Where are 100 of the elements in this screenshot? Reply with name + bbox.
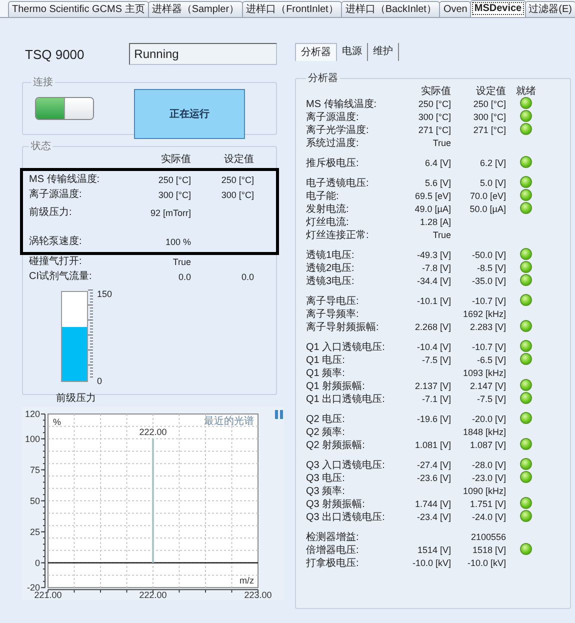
- tab[interactable]: 分析器: [295, 43, 337, 61]
- row-label: 涡轮泵速度:: [29, 235, 83, 249]
- x-tick-label: 223.00: [244, 590, 272, 600]
- actual-value: 6.4 [V]: [424, 157, 451, 170]
- group-title: 状态: [30, 140, 52, 153]
- setpoint-value: 2.283 [V]: [468, 321, 506, 334]
- actual-value: -27.4 [V]: [416, 459, 451, 472]
- row-label: Q1 射频振幅:: [306, 380, 366, 393]
- row-label: 电子透镜电压:: [306, 177, 370, 190]
- actual-value: -10.0 [kV]: [411, 557, 451, 570]
- actual-value: -19.6 [V]: [416, 413, 451, 426]
- row-label: Q2 频率:: [306, 426, 346, 439]
- setpoint-value: -50.0 [V]: [470, 249, 506, 262]
- setpoint-value: 300 [°C]: [472, 111, 506, 124]
- row-label: Q1 频率:: [306, 367, 346, 380]
- row-label: 打拿极电压:: [306, 557, 360, 570]
- row-label: 电子能:: [306, 190, 340, 203]
- setpoint-value: -10.0 [kV]: [466, 557, 506, 570]
- row-label: 离子导频率:: [306, 308, 360, 321]
- setpoint-value: 70.0 [eV]: [468, 190, 506, 203]
- row-label: 前级压力:: [29, 206, 73, 220]
- actual-value: -7.8 [V]: [420, 262, 451, 275]
- tab[interactable]: 进样口（FrontInlet）: [242, 1, 342, 17]
- setpoint-value: -23.0 [V]: [470, 472, 506, 485]
- column-header: 设定值: [475, 85, 506, 98]
- status-button[interactable]: 正在运行: [134, 88, 245, 138]
- column-header: 设定值: [223, 153, 254, 167]
- actual-value: 1.081 [V]: [414, 439, 451, 452]
- row-label: 离子导射频振幅:: [306, 321, 380, 334]
- tab[interactable]: 维护: [368, 43, 399, 61]
- actual-value: 300 [°C]: [157, 189, 191, 202]
- setpoint-value: -20.0 [V]: [470, 413, 506, 426]
- tab[interactable]: MSDevice: [470, 0, 526, 17]
- group-title: 连接: [32, 76, 54, 89]
- actual-value: 69.5 [eV]: [414, 190, 451, 203]
- column-header: 实际值: [160, 153, 191, 167]
- toggle-switch[interactable]: [35, 97, 94, 120]
- actual-value: 0.0: [177, 271, 191, 284]
- pause-icon[interactable]: [275, 410, 283, 419]
- scale-min: 0: [97, 376, 104, 386]
- tab[interactable]: Oven: [439, 1, 472, 17]
- x-axis-label: m/z: [240, 576, 254, 586]
- tab[interactable]: Thermo Scientific GCMS 主页: [8, 1, 149, 17]
- actual-value: 100 %: [164, 236, 191, 249]
- setpoint-value: -28.0 [V]: [470, 459, 506, 472]
- tab[interactable]: 过滤器(E): [524, 1, 575, 17]
- setpoint-value: 5.0 [V]: [478, 177, 506, 190]
- row-label: 系统过温度:: [306, 137, 360, 150]
- row-label: Q1 电压:: [306, 354, 346, 367]
- group-title: 分析器: [307, 72, 339, 85]
- x-tick-label: 221.00: [34, 590, 62, 600]
- y-tick-label: 50: [30, 496, 40, 506]
- setpoint-value: 1093 [kHz]: [462, 367, 506, 380]
- setpoint-value: -10.7 [V]: [470, 341, 506, 354]
- y-tick-label: -20: [26, 582, 40, 593]
- row-label: 灯丝连接正常:: [306, 229, 370, 242]
- row-label: 推斥极电压:: [306, 157, 360, 170]
- setpoint-value: 300 [°C]: [220, 189, 254, 202]
- actual-value: -23.4 [V]: [416, 511, 451, 524]
- row-label: Q3 出口透镜电压:: [306, 511, 386, 524]
- y-tick-label: 25: [30, 526, 40, 537]
- row-label: 检测器增益:: [306, 531, 360, 544]
- tab[interactable]: 进样口（BackInlet）: [341, 1, 440, 17]
- setpoint-value: 1.751 [V]: [468, 498, 506, 511]
- tab[interactable]: 电源: [337, 43, 368, 61]
- setpoint-value: 250 [°C]: [472, 98, 506, 111]
- tab[interactable]: 进样器（Sampler）: [148, 1, 244, 17]
- column-header: 实际值: [420, 85, 451, 98]
- row-label: MS 传输线温度:: [29, 173, 101, 187]
- row-label: 灯丝电流:: [306, 216, 350, 229]
- scale-max: 150: [97, 289, 112, 299]
- row-label: Q1 入口透镜电压:: [306, 341, 386, 354]
- row-label: Q1 出口透镜电压:: [306, 393, 386, 406]
- actual-value: True: [432, 229, 451, 242]
- actual-value: 1.28 [A]: [418, 216, 451, 229]
- row-label: Q3 电压:: [306, 472, 346, 485]
- setpoint-value: 50.0 [µA]: [468, 203, 506, 216]
- row-label: Q3 入口透镜电压:: [306, 459, 386, 472]
- row-label: 透镜2电压:: [306, 262, 356, 275]
- row-label: Q3 射频振幅:: [306, 498, 366, 511]
- y-tick-label: 120: [24, 409, 40, 419]
- actual-value: -10.1 [V]: [416, 295, 451, 308]
- gauge-label: 前级压力: [56, 392, 97, 405]
- setpoint-value: 1848 [kHz]: [462, 426, 506, 439]
- setpoint-value: 1090 [kHz]: [462, 485, 506, 498]
- column-header: 就绪: [515, 85, 537, 98]
- y-axis-label: %: [53, 417, 62, 427]
- actual-value: True: [432, 137, 451, 150]
- actual-value: 5.6 [V]: [424, 177, 451, 190]
- actual-value: 1.744 [V]: [414, 498, 451, 511]
- setpoint-value: -24.0 [V]: [470, 511, 506, 524]
- setpoint-value: 1518 [V]: [471, 544, 506, 557]
- row-label: Q2 射频振幅:: [306, 439, 366, 452]
- actual-value: 2.268 [V]: [414, 321, 451, 334]
- y-tick-label: 75: [30, 464, 40, 475]
- device-name: TSQ 9000: [24, 46, 86, 62]
- actual-value: 92 [mTorr]: [149, 207, 191, 220]
- setpoint-value: 1.087 [V]: [468, 439, 506, 452]
- row-label: 透镜1电压:: [306, 249, 356, 262]
- row-label: 离子光学温度:: [306, 124, 370, 137]
